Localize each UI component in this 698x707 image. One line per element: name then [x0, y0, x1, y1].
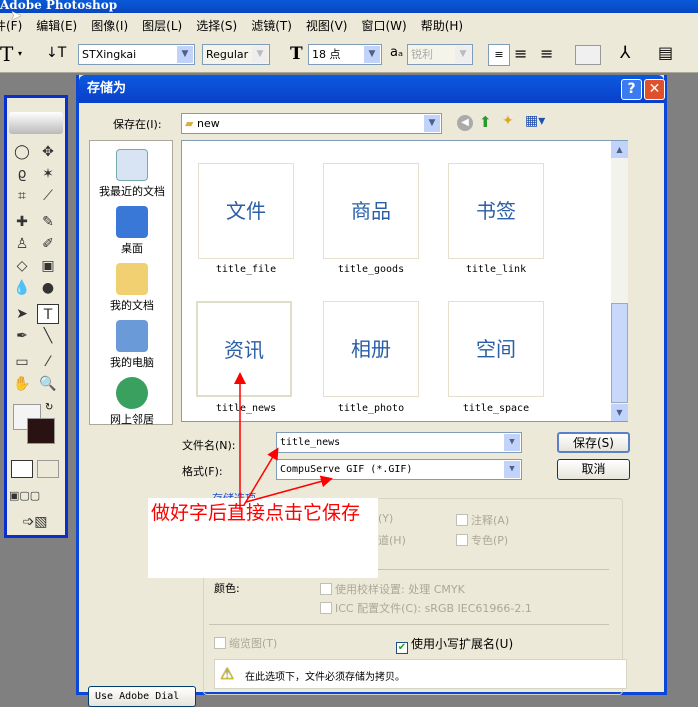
annotation-arrows: [234, 372, 333, 510]
arrow-to-format: [245, 475, 333, 503]
mouse-cursor-icon: ➤: [10, 8, 22, 24]
arrow-to-filename: [243, 447, 279, 506]
